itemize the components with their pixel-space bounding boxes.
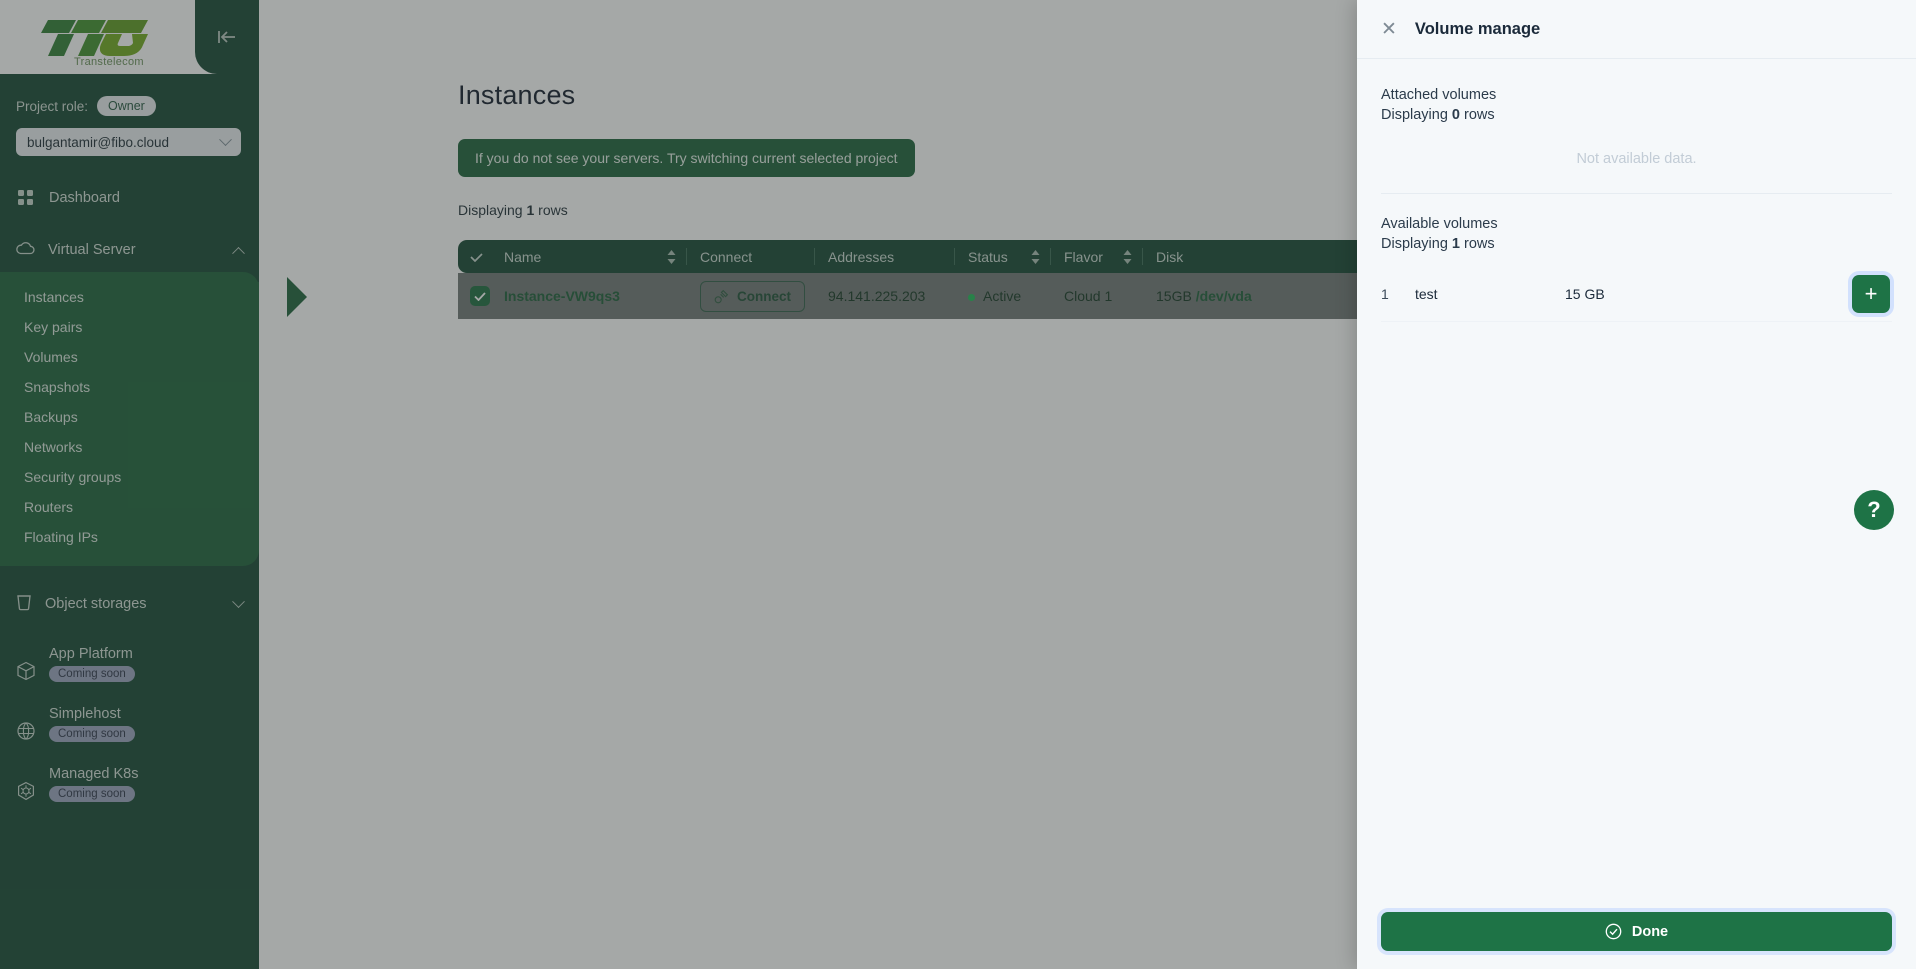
drawer-footer: Done [1357, 912, 1916, 969]
rows-count: 1 [1451, 236, 1460, 252]
attached-volumes-title: Attached volumes [1381, 87, 1497, 103]
attached-volumes-empty-state: Not available data. [1381, 123, 1892, 194]
available-volumes-title: Available volumes [1381, 216, 1498, 232]
app-root: Transtelecom Project role: Owner bulgant… [0, 0, 1916, 969]
help-button[interactable]: ? [1854, 490, 1894, 530]
done-button[interactable]: Done [1381, 912, 1892, 951]
rows-prefix: Displaying [1381, 236, 1452, 252]
check-circle-icon [1605, 923, 1622, 940]
volume-index: 1 [1381, 285, 1389, 302]
rows-prefix: Displaying [1381, 107, 1452, 123]
list-item: 1 test 15 GB + [1381, 266, 1892, 322]
add-volume-button[interactable]: + [1852, 274, 1890, 313]
rows-count: 0 [1451, 107, 1460, 123]
volume-manage-drawer: ✕ Volume manage Attached volumes Display… [1357, 0, 1916, 969]
attached-volumes-rows-label: Displaying 0 rows [1381, 107, 1892, 123]
volume-size: 15 GB [1565, 285, 1605, 302]
rows-suffix: rows [1460, 107, 1495, 123]
rows-suffix: rows [1460, 236, 1495, 252]
drawer-body: Attached volumes Displaying 0 rows Not a… [1357, 59, 1916, 912]
close-icon[interactable]: ✕ [1381, 20, 1397, 39]
done-button-label: Done [1631, 923, 1669, 940]
drawer-title: Volume manage [1414, 19, 1541, 38]
volume-name: test [1415, 285, 1438, 302]
available-volumes-rows-label: Displaying 1 rows [1381, 236, 1892, 252]
drawer-header: ✕ Volume manage [1357, 0, 1916, 59]
